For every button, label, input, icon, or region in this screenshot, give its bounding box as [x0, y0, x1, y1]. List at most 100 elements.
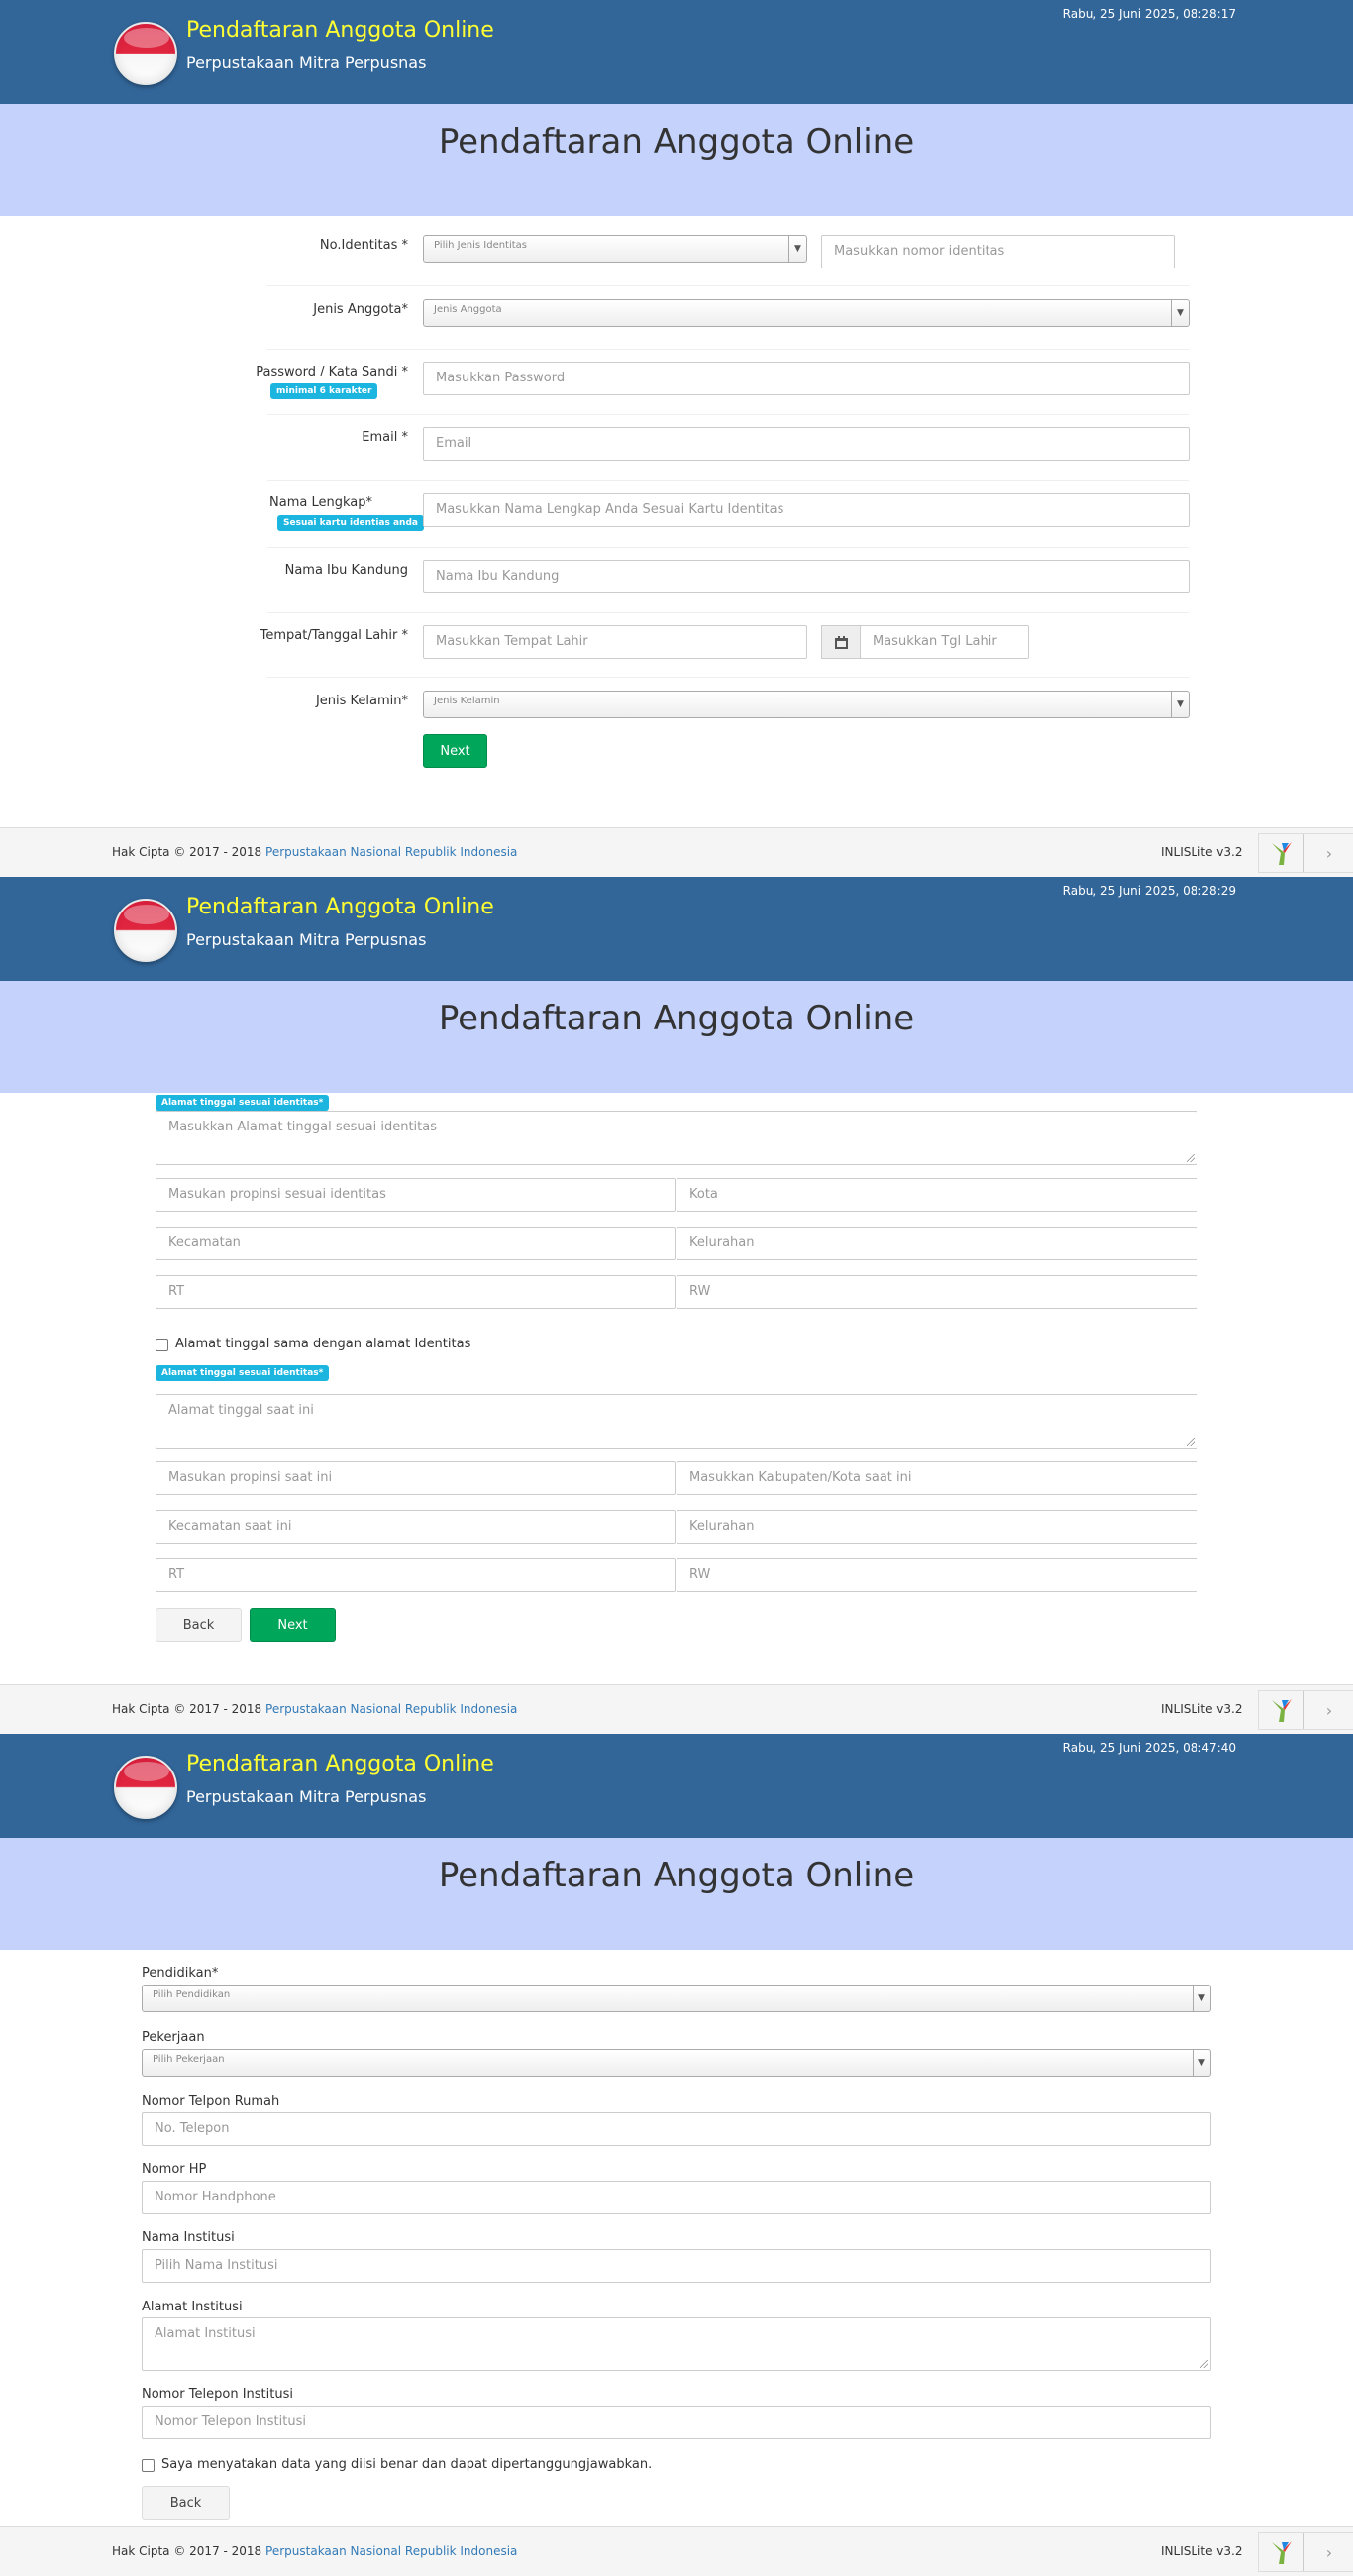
- jenis-identitas-select[interactable]: Pilih Jenis Identitas ▼: [423, 235, 807, 263]
- app-title: Pendaftaran Anggota Online: [186, 18, 494, 43]
- same-address-checkbox[interactable]: [156, 1339, 168, 1351]
- no-identitas-label: No.Identitas *: [319, 238, 408, 253]
- back-button[interactable]: Back: [156, 1608, 242, 1642]
- app-subtitle: Perpustakaan Mitra Perpusnas: [186, 1787, 427, 1806]
- footer-version: INLISLite v3.2: [1161, 845, 1243, 859]
- jenis-anggota-label: Jenis Anggota*: [313, 302, 408, 317]
- footer-link[interactable]: Perpustakaan Nasional Republik Indonesia: [265, 1702, 517, 1716]
- telp-rumah-input[interactable]: No. Telepon: [142, 2112, 1211, 2146]
- nomor-identitas-input[interactable]: Masukkan nomor identitas: [821, 235, 1175, 268]
- propinsi-identitas-input[interactable]: Masukan propinsi sesuai identitas: [156, 1178, 676, 1212]
- debug-toolbar[interactable]: ›: [1258, 2532, 1353, 2572]
- jenis-anggota-select[interactable]: Jenis Anggota ▼: [423, 299, 1190, 327]
- debug-toolbar[interactable]: ›: [1258, 833, 1353, 873]
- nama-ibu-input[interactable]: Nama Ibu Kandung: [423, 560, 1190, 593]
- rw-sekarang-input[interactable]: RW: [676, 1558, 1197, 1592]
- kota-sekarang-input[interactable]: Masukkan Kabupaten/Kota saat ini: [676, 1461, 1197, 1495]
- pendidikan-select[interactable]: Pilih Pendidikan ▼: [142, 1985, 1211, 2012]
- rt-sekarang-input[interactable]: RT: [156, 1558, 676, 1592]
- screen-step-3: Pendaftaran Anggota Online Perpustakaan …: [0, 1734, 1353, 2576]
- pendidikan-label: Pendidikan*: [142, 1966, 219, 1981]
- screen-step-2: Pendaftaran Anggota Online Perpustakaan …: [0, 877, 1353, 1734]
- yii-logo-icon: [1259, 2533, 1304, 2571]
- institusi-label: Nama Institusi: [142, 2230, 235, 2245]
- kecamatan-sekarang-input[interactable]: Kecamatan saat ini: [156, 1510, 676, 1544]
- app-subtitle: Perpustakaan Mitra Perpusnas: [186, 930, 427, 949]
- next-button[interactable]: Next: [423, 734, 487, 768]
- telp-institusi-input[interactable]: Nomor Telepon Institusi: [142, 2406, 1211, 2439]
- header: Pendaftaran Anggota Online Perpustakaan …: [0, 0, 1353, 104]
- declaration-label: Saya menyatakan data yang diisi benar da…: [161, 2457, 653, 2472]
- debug-toolbar[interactable]: ›: [1258, 1690, 1353, 1730]
- declaration-checkbox[interactable]: [142, 2459, 155, 2472]
- footer-link[interactable]: Perpustakaan Nasional Republik Indonesia: [265, 845, 517, 859]
- pekerjaan-select[interactable]: Pilih Pekerjaan ▼: [142, 2049, 1211, 2077]
- footer-version: INLISLite v3.2: [1161, 1702, 1243, 1716]
- rw-identitas-input[interactable]: RW: [676, 1275, 1197, 1309]
- footer-version: INLISLite v3.2: [1161, 2544, 1243, 2558]
- page-title: Pendaftaran Anggota Online: [438, 122, 915, 161]
- page-banner: Pendaftaran Anggota Online: [0, 1838, 1353, 1950]
- chevron-down-icon: ▼: [1171, 692, 1189, 717]
- page-banner: Pendaftaran Anggota Online: [0, 104, 1353, 216]
- footer-copyright: Hak Cipta © 2017 - 2018 Perpustakaan Nas…: [112, 845, 518, 859]
- alamat-institusi-textarea[interactable]: Alamat Institusi: [142, 2317, 1211, 2371]
- same-address-label: Alamat tinggal sama dengan alamat Identi…: [175, 1337, 471, 1351]
- footer: Hak Cipta © 2017 - 2018 Perpustakaan Nas…: [0, 2526, 1353, 2576]
- step3-form: Pendidikan* Pilih Pendidikan ▼ Pekerjaan …: [0, 1950, 1353, 2526]
- kota-identitas-input[interactable]: Kota: [676, 1178, 1197, 1212]
- footer-link[interactable]: Perpustakaan Nasional Republik Indonesia: [265, 2544, 517, 2558]
- tgl-lahir-input[interactable]: Masukkan Tgl Lahir: [860, 625, 1029, 659]
- app-subtitle: Perpustakaan Mitra Perpusnas: [186, 54, 427, 72]
- alamat-sekarang-badge: Alamat tinggal sesuai identitas*: [156, 1365, 330, 1381]
- rt-identitas-input[interactable]: RT: [156, 1275, 676, 1309]
- alamat-identitas-textarea[interactable]: Masukkan Alamat tinggal sesuai identitas: [156, 1111, 1197, 1165]
- screen-step-1: Pendaftaran Anggota Online Perpustakaan …: [0, 0, 1353, 877]
- password-input[interactable]: Masukkan Password: [423, 362, 1190, 395]
- next-button[interactable]: Next: [250, 1608, 336, 1642]
- alamat-sekarang-textarea[interactable]: Alamat tinggal saat ini: [156, 1394, 1197, 1449]
- flag-logo: [114, 899, 177, 962]
- jenis-kelamin-select[interactable]: Jenis Kelamin ▼: [423, 691, 1190, 718]
- datetime: Rabu, 25 Juni 2025, 08:28:17: [1062, 7, 1236, 21]
- chevron-down-icon: ▼: [1193, 1986, 1210, 2011]
- tempat-lahir-input[interactable]: Masukkan Tempat Lahir: [423, 625, 807, 659]
- telp-rumah-label: Nomor Telpon Rumah: [142, 2094, 280, 2109]
- page-title: Pendaftaran Anggota Online: [438, 999, 915, 1038]
- kecamatan-identitas-input[interactable]: Kecamatan: [156, 1227, 676, 1260]
- chevron-down-icon: ▼: [788, 236, 806, 262]
- hp-label: Nomor HP: [142, 2162, 207, 2177]
- footer-copyright: Hak Cipta © 2017 - 2018 Perpustakaan Nas…: [112, 2544, 518, 2558]
- calendar-icon[interactable]: [821, 625, 861, 659]
- ttl-label: Tempat/Tanggal Lahir *: [260, 628, 408, 643]
- chevron-down-icon: ▼: [1171, 300, 1189, 326]
- chevron-down-icon: ▼: [1193, 2050, 1210, 2076]
- pekerjaan-label: Pekerjaan: [142, 2030, 205, 2045]
- kelurahan-sekarang-input[interactable]: Kelurahan: [676, 1510, 1197, 1544]
- alamat-identitas-badge: Alamat tinggal sesuai identitas*: [156, 1095, 330, 1111]
- datetime: Rabu, 25 Juni 2025, 08:28:29: [1062, 884, 1236, 898]
- password-label: Password / Kata Sandi *: [256, 365, 408, 379]
- jenis-kelamin-label: Jenis Kelamin*: [315, 694, 408, 708]
- institusi-input[interactable]: Pilih Nama Institusi: [142, 2249, 1211, 2283]
- email-input[interactable]: Email: [423, 427, 1190, 461]
- propinsi-sekarang-input[interactable]: Masukan propinsi saat ini: [156, 1461, 676, 1495]
- header: Pendaftaran Anggota Online Perpustakaan …: [0, 1734, 1353, 1838]
- nama-lengkap-label: Nama Lengkap*: [269, 495, 372, 510]
- alamat-institusi-label: Alamat Institusi: [142, 2300, 243, 2314]
- kelurahan-identitas-input[interactable]: Kelurahan: [676, 1227, 1197, 1260]
- header: Pendaftaran Anggota Online Perpustakaan …: [0, 877, 1353, 981]
- nama-hint-badge: Sesuai kartu identias anda: [277, 515, 424, 531]
- chevron-right-icon[interactable]: ›: [1304, 2533, 1353, 2571]
- back-button[interactable]: Back: [142, 2486, 230, 2520]
- hp-input[interactable]: Nomor Handphone: [142, 2181, 1211, 2214]
- footer-copyright: Hak Cipta © 2017 - 2018 Perpustakaan Nas…: [112, 1702, 518, 1716]
- footer: Hak Cipta © 2017 - 2018 Perpustakaan Nas…: [0, 1684, 1353, 1734]
- datetime: Rabu, 25 Juni 2025, 08:47:40: [1062, 1741, 1236, 1755]
- yii-logo-icon: [1259, 1691, 1304, 1729]
- chevron-right-icon[interactable]: ›: [1304, 1691, 1353, 1729]
- page-banner: Pendaftaran Anggota Online: [0, 981, 1353, 1093]
- nama-lengkap-input[interactable]: Masukkan Nama Lengkap Anda Sesuai Kartu …: [423, 493, 1190, 527]
- flag-logo: [114, 22, 177, 85]
- chevron-right-icon[interactable]: ›: [1304, 834, 1353, 872]
